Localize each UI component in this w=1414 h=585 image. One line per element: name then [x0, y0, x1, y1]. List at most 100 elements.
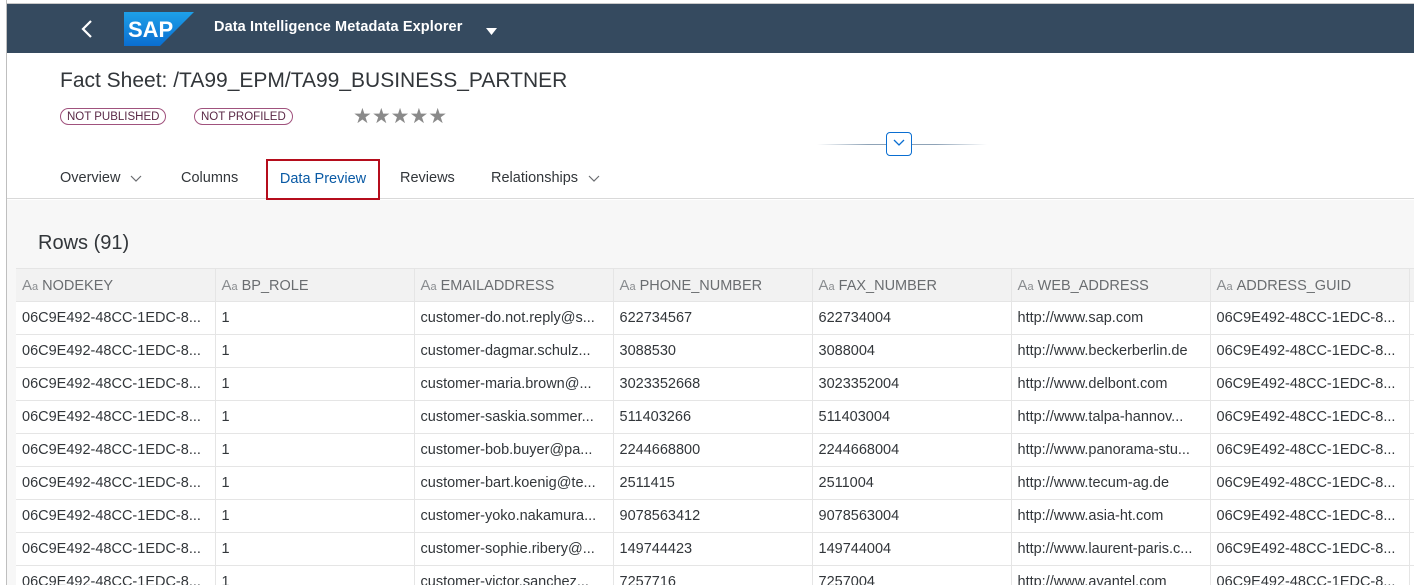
table-cell: http://www.sap.com: [1011, 301, 1211, 335]
table-cell: customer-sophie.ribery@...: [414, 532, 614, 566]
rows-count-title: Rows (91): [38, 232, 130, 254]
table-cell-overflow: [1409, 565, 1414, 585]
table-cell: 1: [215, 466, 415, 500]
tab-bar: Overview Columns Data Preview Reviews Re…: [7, 156, 1414, 200]
type-prefix-small: a: [430, 280, 437, 293]
table-cell-overflow: [1409, 334, 1414, 368]
app-title[interactable]: Data Intelligence Metadata Explorer: [214, 19, 462, 35]
status-badge-published: NOT PUBLISHED: [60, 108, 167, 125]
data-preview-table: Aa NODEKEY Aa BP_ROLE Aa EMAILADDRESS Aa PHONE_…: [16, 268, 1414, 585]
text-type-icon: Aa: [819, 277, 835, 294]
chevron-down-icon: [588, 170, 600, 186]
table-row[interactable]: 06C9E492-48CC-1EDC-8... 1 customer-do.not.…: [16, 301, 1414, 335]
table-cell: customer-bart.koenig@te...: [414, 466, 614, 500]
table-cell-overflow: [1409, 433, 1414, 467]
table-cell: http://www.delbont.com: [1011, 367, 1211, 401]
tab-overview[interactable]: Overview: [60, 170, 142, 186]
table-cell: 06C9E492-48CC-1EDC-8...: [16, 565, 216, 585]
table-cell: http://www.avantel.com: [1011, 565, 1211, 585]
table-cell: http://www.laurent-paris.c...: [1011, 532, 1211, 566]
type-prefix: A: [22, 276, 33, 294]
table-cell: http://www.talpa-hannov...: [1011, 400, 1211, 434]
table-row[interactable]: 06C9E492-48CC-1EDC-8... 1 customer-victor.…: [16, 565, 1414, 585]
type-prefix: A: [1216, 276, 1227, 294]
column-header[interactable]: Aa FAX_NUMBER: [812, 268, 1012, 302]
table-row[interactable]: 06C9E492-48CC-1EDC-8... 1 customer-dagmar.…: [16, 334, 1414, 368]
table-cell: 511403266: [613, 400, 813, 434]
column-header[interactable]: Aa PHONE_NUMBER: [613, 268, 813, 302]
column-header[interactable]: Aa ADDRESS_GUID: [1210, 268, 1410, 302]
table-cell-overflow: [1409, 400, 1414, 434]
table-cell: 1: [215, 301, 415, 335]
chevron-down-icon: [130, 170, 142, 186]
text-type-icon: Aa: [22, 277, 38, 294]
type-prefix: A: [420, 276, 431, 294]
column-header-label: WEB_ADDRESS: [1037, 277, 1149, 294]
table-cell: 3088530: [613, 334, 813, 368]
table-cell: 1: [215, 433, 415, 467]
table-row[interactable]: 06C9E492-48CC-1EDC-8... 1 customer-bob.buy…: [16, 433, 1414, 467]
table-row[interactable]: 06C9E492-48CC-1EDC-8... 1 customer-maria.b…: [16, 367, 1414, 401]
table-cell: 06C9E492-48CC-1EDC-8...: [16, 400, 216, 434]
table-cell: customer-bob.buyer@pa...: [414, 433, 614, 467]
type-prefix-small: a: [629, 280, 636, 293]
table-header-row: Aa NODEKEY Aa BP_ROLE Aa EMAILADDRESS Aa PHONE_…: [16, 268, 1414, 302]
rating-stars[interactable]: ★★★★★: [353, 104, 447, 129]
table-cell: 1: [215, 334, 415, 368]
text-type-icon: Aa: [222, 277, 238, 294]
type-prefix-small: a: [231, 280, 238, 293]
table-cell: 7257716: [613, 565, 813, 585]
table-cell-overflow: [1409, 367, 1414, 401]
type-prefix-small: a: [1226, 280, 1233, 293]
table-cell: 06C9E492-48CC-1EDC-8...: [1210, 334, 1410, 368]
table-cell: 3088004: [812, 334, 1012, 368]
column-header[interactable]: Aa EMAILADDRESS: [414, 268, 614, 302]
tab-relationships[interactable]: Relationships: [491, 170, 600, 186]
table-cell: 06C9E492-48CC-1EDC-8...: [1210, 301, 1410, 335]
table-row[interactable]: 06C9E492-48CC-1EDC-8... 1 customer-yoko.na…: [16, 499, 1414, 533]
text-type-icon: Aa: [620, 277, 636, 294]
table-cell: customer-yoko.nakamura...: [414, 499, 614, 533]
text-type-icon: Aa: [421, 277, 437, 294]
table-cell: 2511004: [812, 466, 1012, 500]
table-cell: 1: [215, 532, 415, 566]
object-header: Fact Sheet: /TA99_EPM/TA99_BUSINESS_PART…: [7, 53, 1414, 200]
table-cell: http://www.tecum-ag.de: [1011, 466, 1211, 500]
column-header-label: PHONE_NUMBER: [639, 277, 763, 294]
sap-logo: SAP: [124, 12, 194, 46]
table-cell: 06C9E492-48CC-1EDC-8...: [16, 466, 216, 500]
table-cell: http://www.panorama-stu...: [1011, 433, 1211, 467]
table-cell: 9078563004: [812, 499, 1012, 533]
table-row[interactable]: 06C9E492-48CC-1EDC-8... 1 customer-sophie.…: [16, 532, 1414, 566]
table-cell: 9078563412: [613, 499, 813, 533]
shell-bar: SAP Data Intelligence Metadata Explorer: [7, 4, 1414, 53]
table-cell: 622734004: [812, 301, 1012, 335]
tab-columns[interactable]: Columns: [181, 170, 238, 186]
table-row[interactable]: 06C9E492-48CC-1EDC-8... 1 customer-bart.ko…: [16, 466, 1414, 500]
table-cell: 06C9E492-48CC-1EDC-8...: [1210, 532, 1410, 566]
collapse-header-button[interactable]: [886, 132, 912, 156]
column-header[interactable]: Aa NODEKEY: [16, 268, 216, 302]
table-cell: 06C9E492-48CC-1EDC-8...: [16, 433, 216, 467]
tab-data-preview[interactable]: Data Preview: [266, 159, 380, 200]
column-header[interactable]: Aa BP_ROLE: [215, 268, 415, 302]
table-cell: http://www.beckerberlin.de: [1011, 334, 1211, 368]
type-prefix-small: a: [828, 280, 835, 293]
table-cell: customer-saskia.sommer...: [414, 400, 614, 434]
back-button[interactable]: [71, 14, 103, 44]
caret-down-icon[interactable]: [486, 23, 497, 41]
column-header-label: EMAILADDRESS: [440, 277, 555, 294]
table-cell: 2511415: [613, 466, 813, 500]
table-cell: 2244668004: [812, 433, 1012, 467]
table-row[interactable]: 06C9E492-48CC-1EDC-8... 1 customer-saskia.…: [16, 400, 1414, 434]
window-frame-edge: [0, 0, 7, 585]
table-cell-overflow: [1409, 466, 1414, 500]
column-header[interactable]: Aa WEB_ADDRESS: [1011, 268, 1211, 302]
table-cell: customer-maria.brown@...: [414, 367, 614, 401]
table-cell: 1: [215, 499, 415, 533]
tab-reviews[interactable]: Reviews: [400, 170, 455, 186]
table-cell: 06C9E492-48CC-1EDC-8...: [1210, 433, 1410, 467]
type-prefix: A: [619, 276, 630, 294]
table-cell: 2244668800: [613, 433, 813, 467]
type-prefix: A: [818, 276, 829, 294]
